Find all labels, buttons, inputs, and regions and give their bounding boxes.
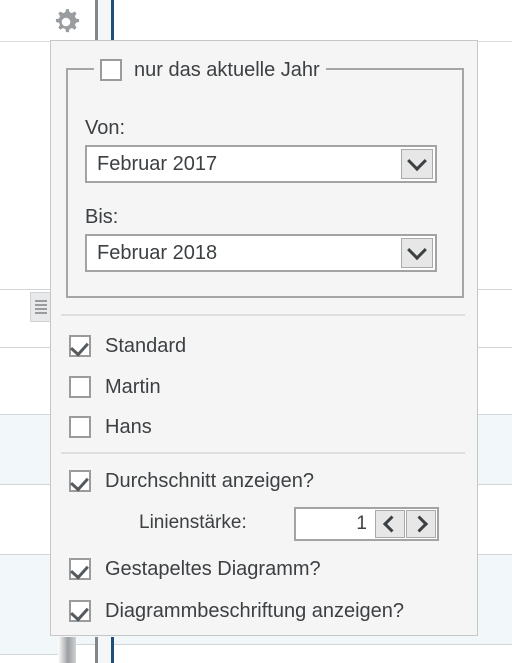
settings-gear-button[interactable] (50, 6, 82, 38)
series-checkbox-row-hans[interactable]: Hans (69, 416, 152, 438)
series-checkbox-row-standard[interactable]: Standard (69, 335, 186, 357)
separator (61, 314, 465, 316)
list-line (35, 308, 47, 310)
chevron-down-icon (407, 240, 427, 261)
series-checkbox-standard[interactable] (69, 335, 91, 357)
chart-labels-label: Diagrammbeschriftung anzeigen? (105, 600, 405, 622)
to-month-dropdown-button[interactable] (401, 238, 433, 268)
column-divider-gray-bottom[interactable] (95, 637, 98, 663)
gear-icon (55, 9, 79, 33)
from-month-value: Februar 2017 (97, 152, 218, 175)
to-month-value: Februar 2018 (97, 241, 218, 264)
from-month-combobox[interactable]: Februar 2017 (85, 145, 437, 183)
show-average-label: Durchschnitt anzeigen? (105, 470, 315, 492)
table-cell-highlight[interactable] (0, 637, 58, 655)
current-year-only-checkbox[interactable] (100, 59, 122, 81)
line-width-label: Linienstärke: (139, 512, 247, 533)
line-width-value: 1 (356, 513, 367, 534)
list-line (35, 300, 47, 302)
stacked-chart-checkbox-row[interactable]: Gestapeltes Diagramm? (69, 558, 321, 580)
chevron-down-icon (407, 151, 427, 172)
series-label-hans: Hans (105, 416, 152, 438)
chevron-left-icon (382, 515, 400, 533)
series-label-martin: Martin (105, 376, 161, 398)
list-line (35, 304, 47, 306)
current-year-only-checkbox-row[interactable]: nur das aktuelle Jahr (94, 57, 326, 83)
to-label: Bis: (85, 206, 119, 228)
series-checkbox-hans[interactable] (69, 416, 91, 438)
current-year-only-label: nur das aktuelle Jahr (134, 59, 320, 81)
stacked-chart-checkbox[interactable] (69, 558, 91, 580)
series-checkbox-martin[interactable] (69, 376, 91, 398)
column-resize-grip[interactable] (58, 637, 76, 663)
line-width-increment-button[interactable] (406, 510, 436, 538)
column-band (98, 0, 112, 42)
to-month-combobox[interactable]: Februar 2018 (85, 234, 437, 272)
line-width-decrement-button[interactable] (375, 510, 405, 538)
chart-settings-popup: nur das aktuelle Jahr Von: Februar 2017 … (50, 40, 478, 636)
from-label: Von: (85, 117, 126, 139)
line-width-spinner[interactable]: 1 (294, 507, 439, 541)
series-checkbox-row-martin[interactable]: Martin (69, 376, 161, 398)
list-lines-icon[interactable] (30, 292, 52, 322)
table-row[interactable] (0, 645, 512, 663)
chevron-right-icon (411, 515, 429, 533)
stacked-chart-label: Gestapeltes Diagramm? (105, 558, 321, 580)
show-average-checkbox-row[interactable]: Durchschnitt anzeigen? (69, 470, 314, 492)
chart-labels-checkbox[interactable] (69, 600, 91, 622)
from-month-dropdown-button[interactable] (401, 149, 433, 179)
separator (61, 452, 465, 454)
list-line (35, 312, 47, 314)
column-band-bottom (98, 637, 112, 663)
chart-labels-checkbox-row[interactable]: Diagrammbeschriftung anzeigen? (69, 600, 404, 622)
column-divider-blue-bottom[interactable] (111, 637, 114, 663)
column-divider-blue[interactable] (111, 0, 114, 41)
series-label-standard: Standard (105, 335, 187, 357)
show-average-checkbox[interactable] (69, 470, 91, 492)
column-divider-gray[interactable] (95, 0, 98, 41)
